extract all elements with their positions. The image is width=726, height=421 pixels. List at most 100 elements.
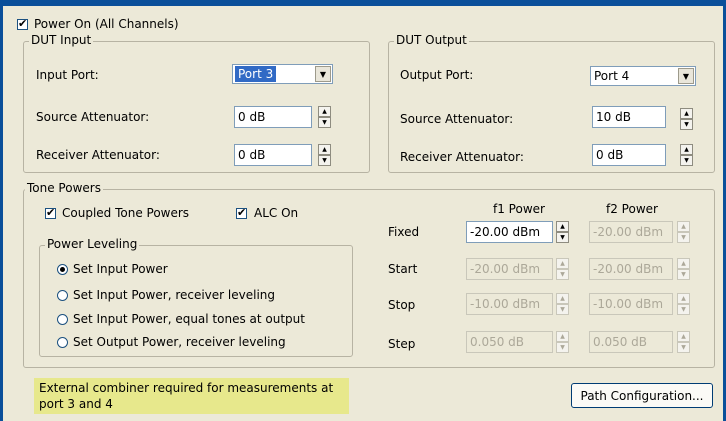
stop-f1-field[interactable]: -10.00 dBm xyxy=(466,293,553,315)
start-f2-field[interactable]: -20.00 dBm xyxy=(589,258,673,280)
dut-output-legend: DUT Output xyxy=(394,33,469,47)
power-leveling-legend: Power Leveling xyxy=(45,237,140,251)
stop-f1-spinner[interactable]: ▲ ▼ xyxy=(556,293,569,315)
input-source-attenuator-spinner[interactable]: ▲ ▼ xyxy=(318,106,331,128)
spin-down-icon[interactable]: ▼ xyxy=(318,155,331,166)
output-port-value: Port 4 xyxy=(594,69,630,83)
input-port-dropdown[interactable]: Port 3 ▼ xyxy=(232,64,333,84)
fixed-f2-field[interactable]: -20.00 dBm xyxy=(589,221,673,243)
spin-down-icon[interactable]: ▼ xyxy=(677,269,690,280)
fixed-f1-spinner[interactable]: ▲ ▼ xyxy=(556,221,569,243)
output-port-dropdown[interactable]: Port 4 ▼ xyxy=(590,66,696,86)
spin-up-icon[interactable]: ▲ xyxy=(677,221,690,232)
spin-up-icon[interactable]: ▲ xyxy=(680,144,693,155)
radio-set-input-power-receiver-leveling[interactable] xyxy=(57,290,68,301)
window-top-border xyxy=(0,0,726,6)
radio-label-set-input-power-equal-tones: Set Input Power, equal tones at output xyxy=(73,312,305,326)
fixed-f2-spinner[interactable]: ▲ ▼ xyxy=(677,221,690,243)
input-source-attenuator-label: Source Attenuator: xyxy=(36,110,150,124)
fixed-f2-value: -20.00 dBm xyxy=(593,225,664,239)
radio-label-set-input-power-receiver-leveling: Set Input Power, receiver leveling xyxy=(73,288,276,302)
coupled-tone-powers-checkbox[interactable] xyxy=(45,206,56,220)
spin-up-icon[interactable]: ▲ xyxy=(680,108,693,119)
step-f2-spinner[interactable]: ▲ ▼ xyxy=(677,331,690,353)
stop-f1-value: -10.00 dBm xyxy=(470,297,541,311)
spin-down-icon[interactable]: ▼ xyxy=(556,269,569,280)
spin-up-icon[interactable]: ▲ xyxy=(677,258,690,269)
window-left-border xyxy=(0,0,3,421)
output-receiver-attenuator-label: Receiver Attenuator: xyxy=(400,150,524,164)
step-row-label: Step xyxy=(388,337,416,351)
step-f1-spinner[interactable]: ▲ ▼ xyxy=(556,331,569,353)
output-receiver-attenuator-spinner[interactable]: ▲ ▼ xyxy=(680,144,693,166)
radio-label-set-output-power-receiver-leveling: Set Output Power, receiver leveling xyxy=(73,335,286,349)
external-combiner-note: External combiner required for measureme… xyxy=(34,378,349,414)
spin-down-icon[interactable]: ▼ xyxy=(677,342,690,353)
f1-power-header: f1 Power xyxy=(493,202,545,216)
spin-down-icon[interactable]: ▼ xyxy=(556,232,569,243)
stop-f2-value: -10.00 dBm xyxy=(593,297,664,311)
stop-f2-field[interactable]: -10.00 dBm xyxy=(589,293,673,315)
input-port-value: Port 3 xyxy=(235,66,277,82)
step-f1-value: 0.050 dB xyxy=(470,335,525,349)
radio-set-input-power[interactable] xyxy=(57,264,68,275)
input-receiver-attenuator-label: Receiver Attenuator: xyxy=(36,148,160,162)
spin-up-icon[interactable]: ▲ xyxy=(677,293,690,304)
spin-down-icon[interactable]: ▼ xyxy=(677,304,690,315)
spin-up-icon[interactable]: ▲ xyxy=(556,258,569,269)
spin-up-icon[interactable]: ▲ xyxy=(677,331,690,342)
step-f2-field[interactable]: 0.050 dB xyxy=(589,331,673,353)
power-on-checkbox[interactable] xyxy=(17,17,28,31)
coupled-tone-powers-label: Coupled Tone Powers xyxy=(62,206,190,220)
start-f1-value: -20.00 dBm xyxy=(470,262,541,276)
stop-row-label: Stop xyxy=(388,298,416,312)
stop-f2-spinner[interactable]: ▲ ▼ xyxy=(677,293,690,315)
spin-down-icon[interactable]: ▼ xyxy=(318,117,331,128)
spin-up-icon[interactable]: ▲ xyxy=(556,293,569,304)
radio-set-output-power-receiver-leveling[interactable] xyxy=(57,337,68,348)
f2-power-header: f2 Power xyxy=(606,202,658,216)
spin-up-icon[interactable]: ▲ xyxy=(318,106,331,117)
spin-down-icon[interactable]: ▼ xyxy=(556,304,569,315)
fixed-f1-value: -20.00 dBm xyxy=(470,225,541,239)
path-configuration-button[interactable]: Path Configuration... xyxy=(571,383,713,408)
start-f2-spinner[interactable]: ▲ ▼ xyxy=(677,258,690,280)
output-receiver-attenuator-field[interactable]: 0 dB xyxy=(592,144,666,166)
spin-down-icon[interactable]: ▼ xyxy=(680,119,693,130)
spin-down-icon[interactable]: ▼ xyxy=(680,155,693,166)
start-row-label: Start xyxy=(388,262,418,276)
chevron-down-icon[interactable]: ▼ xyxy=(315,66,331,82)
output-source-attenuator-field[interactable]: 10 dB xyxy=(592,106,666,128)
output-source-attenuator-value: 10 dB xyxy=(596,110,631,124)
spin-down-icon[interactable]: ▼ xyxy=(677,232,690,243)
fixed-f1-field[interactable]: -20.00 dBm xyxy=(466,221,553,243)
alc-on-label: ALC On xyxy=(254,206,299,220)
radio-set-input-power-equal-tones[interactable] xyxy=(57,314,68,325)
power-on-label: Power On (All Channels) xyxy=(34,17,179,31)
alc-on-checkbox[interactable] xyxy=(236,206,247,220)
input-source-attenuator-value: 0 dB xyxy=(238,110,266,124)
radio-label-set-input-power: Set Input Power xyxy=(73,262,168,276)
dut-input-legend: DUT Input xyxy=(29,33,94,47)
spin-up-icon[interactable]: ▲ xyxy=(556,221,569,232)
chevron-down-icon[interactable]: ▼ xyxy=(678,68,694,84)
output-source-attenuator-label: Source Attenuator: xyxy=(400,112,514,126)
output-port-label: Output Port: xyxy=(400,68,474,82)
output-receiver-attenuator-value: 0 dB xyxy=(596,148,624,162)
step-f1-field[interactable]: 0.050 dB xyxy=(466,331,553,353)
start-f2-value: -20.00 dBm xyxy=(593,262,664,276)
output-source-attenuator-spinner[interactable]: ▲ ▼ xyxy=(680,108,693,130)
input-receiver-attenuator-field[interactable]: 0 dB xyxy=(234,144,312,166)
tone-powers-legend: Tone Powers xyxy=(25,181,103,195)
input-receiver-attenuator-spinner[interactable]: ▲ ▼ xyxy=(318,144,331,166)
start-f1-field[interactable]: -20.00 dBm xyxy=(466,258,553,280)
input-receiver-attenuator-value: 0 dB xyxy=(238,148,266,162)
start-f1-spinner[interactable]: ▲ ▼ xyxy=(556,258,569,280)
step-f2-value: 0.050 dB xyxy=(593,335,648,349)
input-port-label: Input Port: xyxy=(36,68,99,82)
spin-up-icon[interactable]: ▲ xyxy=(318,144,331,155)
spin-down-icon[interactable]: ▼ xyxy=(556,342,569,353)
fixed-row-label: Fixed xyxy=(388,225,420,239)
spin-up-icon[interactable]: ▲ xyxy=(556,331,569,342)
input-source-attenuator-field[interactable]: 0 dB xyxy=(234,106,312,128)
